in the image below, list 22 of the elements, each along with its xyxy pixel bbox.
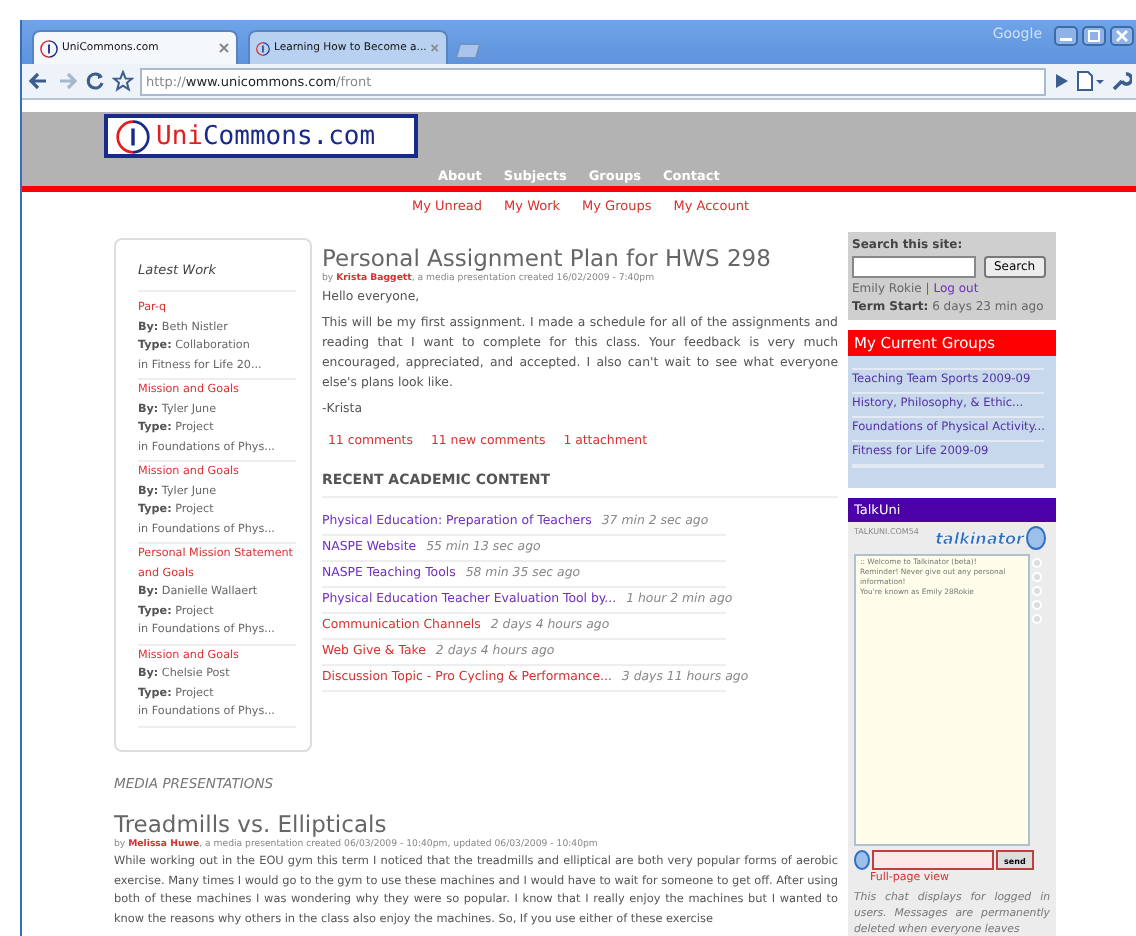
play-icon[interactable] <box>1052 72 1070 90</box>
chat-input[interactable] <box>872 850 994 870</box>
site-favicon-icon <box>40 39 58 57</box>
site-favicon-icon <box>256 39 270 57</box>
bookmark-star-icon[interactable] <box>112 70 134 92</box>
back-icon[interactable] <box>28 70 50 92</box>
page-menu-icon[interactable] <box>1076 70 1104 92</box>
minimize-icon[interactable] <box>1054 26 1078 46</box>
site-logo[interactable]: UniCommons.com <box>104 114 418 158</box>
reload-icon[interactable] <box>84 70 106 92</box>
search-field[interactable] <box>852 256 976 278</box>
bubble-icon <box>1026 526 1046 550</box>
close-icon[interactable] <box>1110 26 1134 46</box>
maximize-icon[interactable] <box>1082 26 1106 46</box>
post-title[interactable]: Personal Assignment Plan for HWS 298 <box>322 244 838 272</box>
chat-logo: talkinator <box>935 529 1024 547</box>
post-title[interactable]: Treadmills vs. Ellipticals <box>114 810 838 838</box>
wrench-icon[interactable] <box>1110 70 1132 92</box>
bubble-icon <box>854 850 870 870</box>
logo-circle-icon <box>116 119 150 153</box>
close-icon[interactable] <box>218 42 230 54</box>
close-icon[interactable] <box>430 42 440 54</box>
